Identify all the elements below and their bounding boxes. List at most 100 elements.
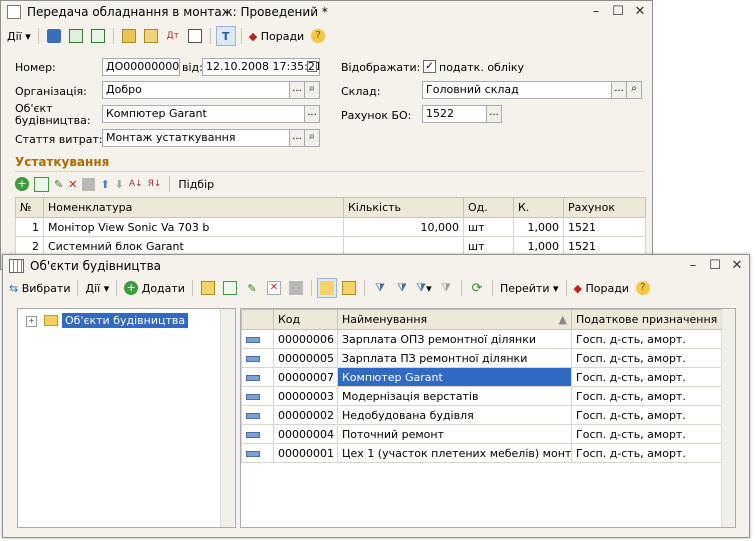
row-quantity[interactable] (343, 236, 464, 256)
list-item[interactable]: 00000002 Недобудована будівля Госп. д-ст… (241, 405, 724, 425)
delete-row-icon[interactable]: ✕ (68, 178, 77, 191)
maximize-button[interactable]: ☐ (610, 3, 626, 19)
col-tax[interactable]: Податкове призначення (571, 309, 724, 330)
list-item[interactable]: 00000005 Зарплата ПЗ ремонтної ділянки Г… (241, 348, 724, 368)
table-row[interactable]: 2 Системний блок Garant шт 1,000 1521 (15, 236, 646, 256)
settings-icon[interactable]: T (215, 26, 236, 46)
organization-select-button[interactable]: ... (289, 81, 305, 99)
tax-accounting-checkbox[interactable]: ✓ (423, 60, 436, 73)
list-item-selected[interactable]: 00000007 Компютер Garant Госп. д-сть, ам… (241, 367, 724, 387)
date-field[interactable]: 12.10.2008 17:35:21 (202, 58, 320, 76)
filter-history-icon[interactable]: ⧩ ▾ (414, 278, 434, 298)
organization-open-icon[interactable]: ⌕ (304, 81, 320, 99)
tree-root-item[interactable]: Об'єкти будівництва (62, 313, 189, 328)
minimize-button[interactable]: – (588, 3, 604, 19)
tips-button[interactable]: ◆ Поради (247, 26, 306, 46)
sort-desc-icon[interactable]: Я↓ (148, 179, 162, 189)
picker-maximize-button[interactable]: ☐ (707, 257, 723, 273)
list-item[interactable]: 00000006 Зарплата ОПЗ ремонтної ділянки … (241, 329, 724, 349)
pick-button[interactable]: Підбір (178, 178, 214, 191)
list-item[interactable]: 00000004 Поточний ремонт Госп. д-сть, ам… (241, 424, 724, 444)
account-select-button[interactable]: ... (486, 105, 502, 123)
row-coef[interactable]: 1,000 (513, 217, 564, 237)
delete-icon[interactable]: ✕ (264, 278, 284, 298)
item-tax[interactable]: Госп. д-сть, аморт. (571, 329, 724, 349)
object-select-button[interactable]: ... (304, 105, 320, 123)
based-on-icon[interactable] (119, 26, 139, 46)
item-code[interactable]: 00000005 (273, 348, 338, 368)
item-code[interactable]: 00000007 (273, 367, 338, 387)
item-name[interactable]: Поточний ремонт (337, 424, 572, 444)
col-number[interactable]: № (15, 197, 44, 218)
list-scrollbar[interactable] (721, 309, 735, 527)
picker-help-icon[interactable]: ? (633, 278, 653, 298)
item-code[interactable]: 00000001 (273, 443, 338, 463)
add-button[interactable]: + Додати (122, 278, 187, 298)
item-name[interactable]: Зарплата ПЗ ремонтної ділянки (337, 348, 572, 368)
item-tax[interactable]: Госп. д-сть, аморт. (571, 348, 724, 368)
row-account[interactable]: 1521 (563, 217, 646, 237)
picker-actions-menu[interactable]: Дії ▾ (83, 278, 111, 298)
refresh-icon[interactable]: ⟳ (467, 278, 487, 298)
cost-item-field[interactable]: Монтаж устаткування (102, 129, 290, 147)
post-close-icon[interactable] (44, 26, 64, 46)
clear-filter-icon[interactable]: ⧩ (436, 278, 456, 298)
filter-icon[interactable]: ⧩ (370, 278, 390, 298)
add-group-icon[interactable] (198, 278, 218, 298)
tree-scrollbar[interactable] (220, 309, 235, 527)
edit-icon[interactable]: ✎ (242, 278, 262, 298)
hierarchy-icon[interactable] (316, 278, 337, 298)
row-quantity[interactable]: 10,000 (343, 217, 464, 237)
list-mode-icon[interactable] (339, 278, 359, 298)
item-tax[interactable]: Госп. д-сть, аморт. (571, 424, 724, 444)
col-code[interactable]: Код (273, 309, 338, 330)
col-nomenclature[interactable]: Номенклатура (43, 197, 344, 218)
save-disabled-icon[interactable] (286, 278, 306, 298)
row-nomenclature[interactable]: Монітор View Sonic Va 703 b (43, 217, 344, 237)
item-name[interactable]: Недобудована будівля (337, 405, 572, 425)
goto-menu[interactable]: Перейти ▾ (498, 278, 561, 298)
item-name[interactable]: Зарплата ОПЗ ремонтної ділянки (337, 329, 572, 349)
warehouse-select-button[interactable]: ... (611, 81, 627, 99)
help-icon[interactable]: ? (308, 26, 328, 46)
cost-item-select-button[interactable]: ... (289, 129, 305, 147)
object-field[interactable]: Компютер Garant (102, 105, 305, 123)
item-tax[interactable]: Госп. д-сть, аморт. (571, 367, 724, 387)
item-name[interactable]: Модернізація верстатів (337, 386, 572, 406)
list-item[interactable]: 00000003 Модернізація верстатів Госп. д-… (241, 386, 724, 406)
item-name[interactable]: Цех 1 (участок плетених мебелів) монтаж … (337, 443, 572, 463)
row-unit[interactable]: шт (463, 236, 514, 256)
tree-expand-icon[interactable]: + (26, 316, 37, 327)
item-tax[interactable]: Госп. д-сть, аморт. (571, 443, 724, 463)
account-field[interactable]: 1522 (422, 105, 487, 123)
picker-minimize-button[interactable]: – (685, 257, 701, 273)
row-account[interactable]: 1521 (563, 236, 646, 256)
movements-icon[interactable]: Дт (163, 26, 183, 46)
cost-item-open-icon[interactable]: ⌕ (304, 129, 320, 147)
item-code[interactable]: 00000006 (273, 329, 338, 349)
col-name[interactable]: Найменування ▲ (337, 309, 572, 330)
item-code[interactable]: 00000002 (273, 405, 338, 425)
col-quantity[interactable]: Кількість (343, 197, 464, 218)
post-icon[interactable] (66, 26, 86, 46)
select-button[interactable]: ⇆ Вибрати (7, 278, 72, 298)
calendar-icon[interactable] (307, 61, 317, 72)
report-icon[interactable] (185, 26, 205, 46)
warehouse-field[interactable]: Головний склад (422, 81, 612, 99)
row-unit[interactable]: шт (463, 217, 514, 237)
add-row-icon[interactable]: + (15, 177, 29, 191)
move-down-icon[interactable]: ⬇ (115, 178, 124, 191)
refresh-doc-icon[interactable] (88, 26, 108, 46)
warehouse-open-icon[interactable]: ⌕ (626, 81, 642, 99)
end-edit-icon[interactable] (82, 177, 96, 191)
item-code[interactable]: 00000004 (273, 424, 338, 444)
row-nomenclature[interactable]: Системний блок Garant (43, 236, 344, 256)
item-tax[interactable]: Госп. д-сть, аморт. (571, 386, 724, 406)
actions-menu-button[interactable]: Дії ▾ (5, 26, 33, 46)
sort-asc-icon[interactable]: А↓ (129, 179, 143, 189)
filter-by-value-icon[interactable]: ⧩ (392, 278, 412, 298)
structure-icon[interactable] (141, 26, 161, 46)
picker-close-button[interactable]: ✕ (729, 257, 745, 273)
number-field[interactable]: ДО000000001 (102, 58, 180, 76)
row-coef[interactable]: 1,000 (513, 236, 564, 256)
